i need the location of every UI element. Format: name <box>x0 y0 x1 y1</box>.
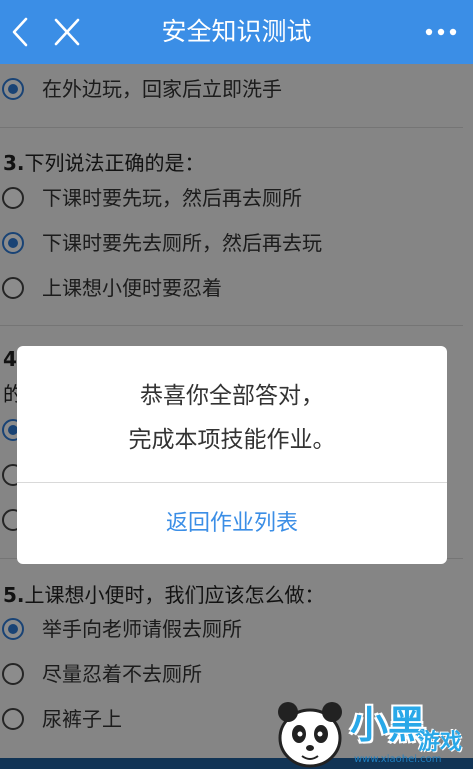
dialog-message-line2: 完成本项技能作业。 <box>128 427 336 453</box>
page-title: 安全知识测试 <box>161 17 312 46</box>
top-navigation-bar: 安全知识测试 <box>0 0 473 64</box>
success-dialog: 恭喜你全部答对， 完成本项技能作业。 返回作业列表 <box>17 346 447 564</box>
dialog-message: 恭喜你全部答对， 完成本项技能作业。 <box>17 374 447 462</box>
more-button[interactable] <box>421 14 461 50</box>
watermark-url: www.xiaohei.com <box>354 754 442 765</box>
dialog-message-line1: 恭喜你全部答对， <box>140 383 324 409</box>
watermark: 小黑 游戏 www.xiaohei.com <box>268 690 473 769</box>
watermark-brand-suffix: 游戏 <box>418 730 463 755</box>
watermark-brand: 小黑 <box>350 703 427 747</box>
return-to-homework-list-button[interactable]: 返回作业列表 <box>17 483 447 564</box>
more-dots-icon <box>425 28 457 36</box>
